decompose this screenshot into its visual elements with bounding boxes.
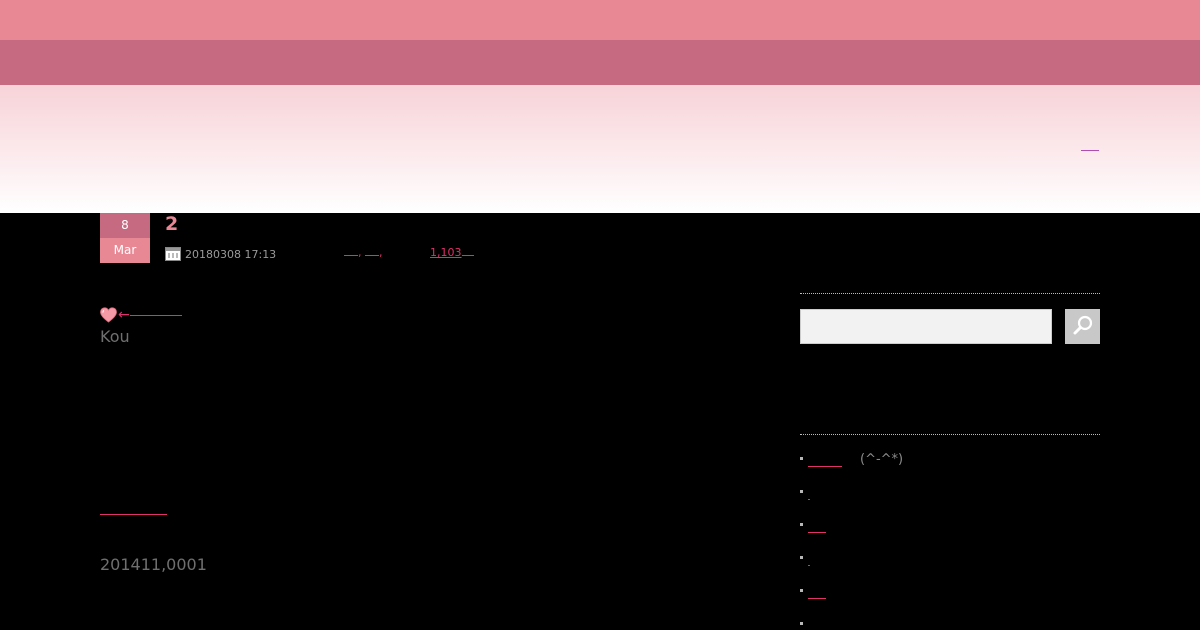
post-date-badge: 8 Mar bbox=[100, 213, 150, 263]
sidebar-item-link[interactable] bbox=[808, 489, 810, 500]
list-item bbox=[800, 617, 1100, 630]
sidebar-divider bbox=[800, 434, 1100, 435]
list-item bbox=[800, 518, 1100, 551]
heart-icon bbox=[100, 307, 117, 323]
bullet bbox=[800, 622, 803, 625]
list-item bbox=[800, 485, 1100, 518]
nav-band bbox=[0, 40, 1200, 85]
sidebar-list: (^-^*) bbox=[800, 452, 1100, 630]
sidebar-item-link[interactable] bbox=[808, 522, 826, 533]
sidebar-item-link[interactable] bbox=[808, 555, 810, 566]
heart-link[interactable]: ← bbox=[118, 307, 182, 323]
list-item bbox=[800, 551, 1100, 584]
bullet bbox=[800, 589, 803, 592]
post-views-count: 1,103 bbox=[430, 246, 462, 259]
bullet bbox=[800, 490, 803, 493]
category-link[interactable] bbox=[344, 255, 358, 256]
category-separator: , bbox=[379, 246, 383, 259]
calendar-icon bbox=[165, 247, 181, 261]
post-body-link[interactable] bbox=[100, 506, 167, 515]
list-item: (^-^*) bbox=[800, 452, 1100, 485]
sidebar-item-note: (^-^*) bbox=[860, 452, 904, 467]
header-link[interactable] bbox=[1081, 141, 1099, 151]
bullet bbox=[800, 523, 803, 526]
post-date-text: 20180308 17:13 bbox=[185, 247, 277, 261]
search-button[interactable] bbox=[1065, 309, 1100, 344]
list-item bbox=[800, 584, 1100, 617]
heart-row: ← bbox=[100, 307, 182, 323]
post-date-month: Mar bbox=[100, 238, 150, 263]
top-band bbox=[0, 0, 1200, 40]
post-title[interactable]: 2 bbox=[165, 213, 178, 235]
search-input[interactable] bbox=[800, 309, 1052, 344]
post-views-link[interactable]: 1,103 bbox=[430, 246, 474, 259]
bullet bbox=[800, 457, 803, 460]
sidebar-item-link[interactable] bbox=[808, 588, 826, 599]
sidebar-item-link[interactable] bbox=[808, 456, 842, 467]
category-separator: , bbox=[358, 246, 365, 259]
post-author: Kou bbox=[100, 327, 130, 346]
post-date-day: 8 bbox=[100, 213, 150, 238]
sidebar-divider bbox=[800, 293, 1100, 294]
header-banner bbox=[0, 85, 1200, 213]
post-code: 201411,0001 bbox=[100, 555, 207, 574]
category-link[interactable] bbox=[365, 255, 379, 256]
bullet bbox=[800, 556, 803, 559]
search-icon bbox=[1072, 314, 1094, 340]
post-categories: , , bbox=[344, 246, 383, 259]
post-meta: 20180308 17:13 bbox=[165, 246, 276, 262]
